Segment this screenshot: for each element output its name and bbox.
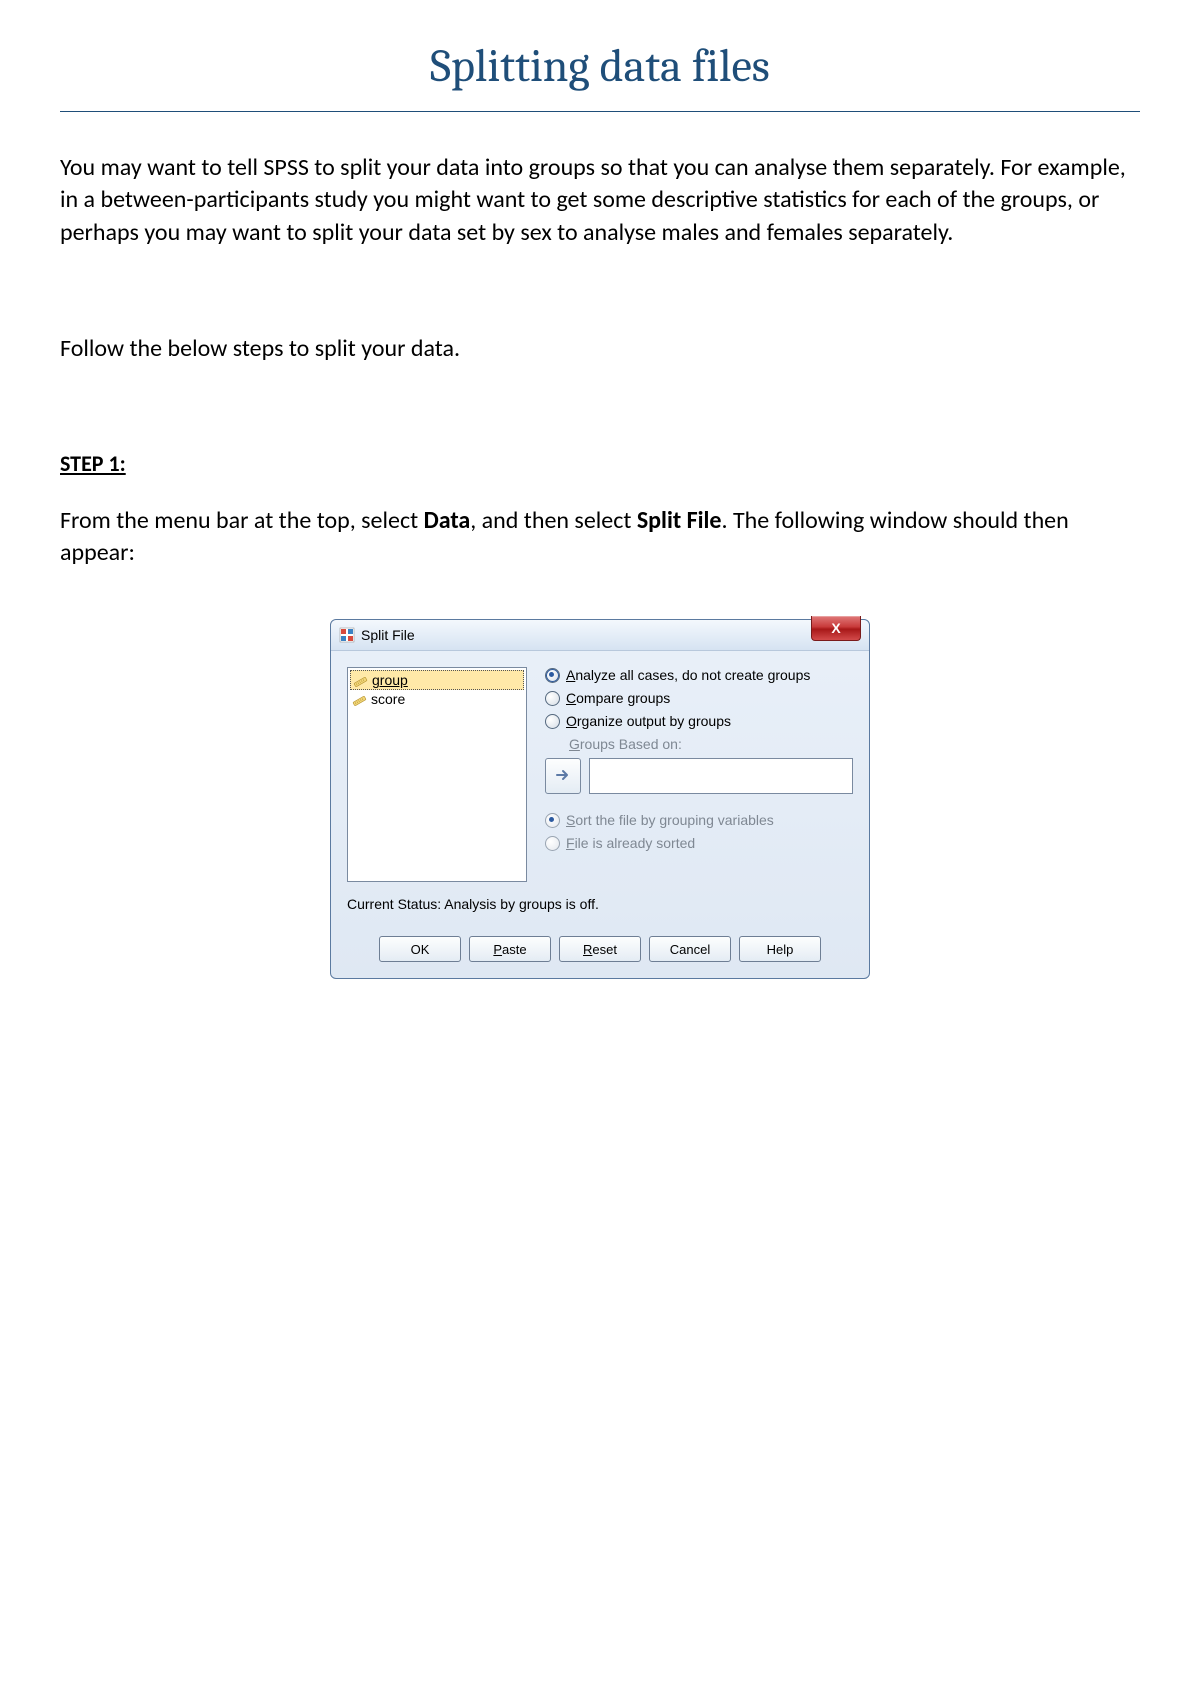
move-right-button[interactable] xyxy=(545,758,581,794)
groups-based-on-list[interactable] xyxy=(589,758,853,794)
radio-label: Analyze all cases, do not create groups xyxy=(566,667,810,683)
ruler-icon xyxy=(352,692,367,707)
step-1-bold-data: Data xyxy=(424,506,471,535)
reset-button[interactable]: Reset xyxy=(559,936,641,962)
variable-list[interactable]: group xyxy=(347,667,527,882)
radio-icon xyxy=(545,813,560,828)
radio-file-already-sorted: File is already sorted xyxy=(545,835,853,851)
app-icon xyxy=(339,627,355,643)
button-label: Reset xyxy=(583,942,617,957)
radio-label: Sort the file by grouping variables xyxy=(566,812,774,828)
radio-compare-groups[interactable]: Compare groups xyxy=(545,690,853,706)
radio-label: Compare groups xyxy=(566,690,670,706)
paste-button[interactable]: Paste xyxy=(469,936,551,962)
step-1-heading: STEP 1: xyxy=(60,450,1140,477)
step-1-text-mid: , and then select xyxy=(470,506,637,535)
variable-label: group xyxy=(372,672,408,688)
radio-analyze-all[interactable]: Analyze all cases, do not create groups xyxy=(545,667,853,683)
arrow-right-icon xyxy=(553,765,573,788)
radio-label: File is already sorted xyxy=(566,835,695,851)
button-label: Help xyxy=(767,942,794,957)
button-label: OK xyxy=(411,942,430,957)
step-1-text-pre: From the menu bar at the top, select xyxy=(60,506,424,535)
intro-paragraph: You may want to tell SPSS to split your … xyxy=(60,152,1140,249)
radio-sort-by-grouping: Sort the file by grouping variables xyxy=(545,812,853,828)
radio-icon xyxy=(545,836,560,851)
close-button[interactable]: X xyxy=(811,616,861,641)
button-label: Cancel xyxy=(670,942,710,957)
groups-based-on-label: Groups Based on: xyxy=(569,736,853,752)
follow-paragraph: Follow the below steps to split your dat… xyxy=(60,333,1140,365)
close-icon: X xyxy=(831,620,840,636)
button-label: Paste xyxy=(493,942,526,957)
current-status-label: Current Status: Analysis by groups is of… xyxy=(347,896,853,912)
cancel-button[interactable]: Cancel xyxy=(649,936,731,962)
page-title: Splitting data files xyxy=(60,40,1140,93)
radio-organize-output[interactable]: Organize output by groups xyxy=(545,713,853,729)
ok-button[interactable]: OK xyxy=(379,936,461,962)
radio-label: Organize output by groups xyxy=(566,713,731,729)
step-1-body: From the menu bar at the top, select Dat… xyxy=(60,505,1140,570)
variable-label: score xyxy=(371,691,405,707)
radio-icon xyxy=(545,714,560,729)
variable-item-group[interactable]: group xyxy=(350,670,524,690)
ruler-icon xyxy=(353,673,368,688)
dialog-titlebar[interactable]: Split File X xyxy=(331,620,869,651)
radio-icon xyxy=(545,668,560,683)
radio-icon xyxy=(545,691,560,706)
split-file-dialog: Split File X xyxy=(330,619,870,979)
step-1-bold-splitfile: Split File xyxy=(637,506,722,535)
help-button[interactable]: Help xyxy=(739,936,821,962)
variable-item-score[interactable]: score xyxy=(350,690,524,708)
title-rule xyxy=(60,111,1140,112)
dialog-title: Split File xyxy=(361,627,415,643)
